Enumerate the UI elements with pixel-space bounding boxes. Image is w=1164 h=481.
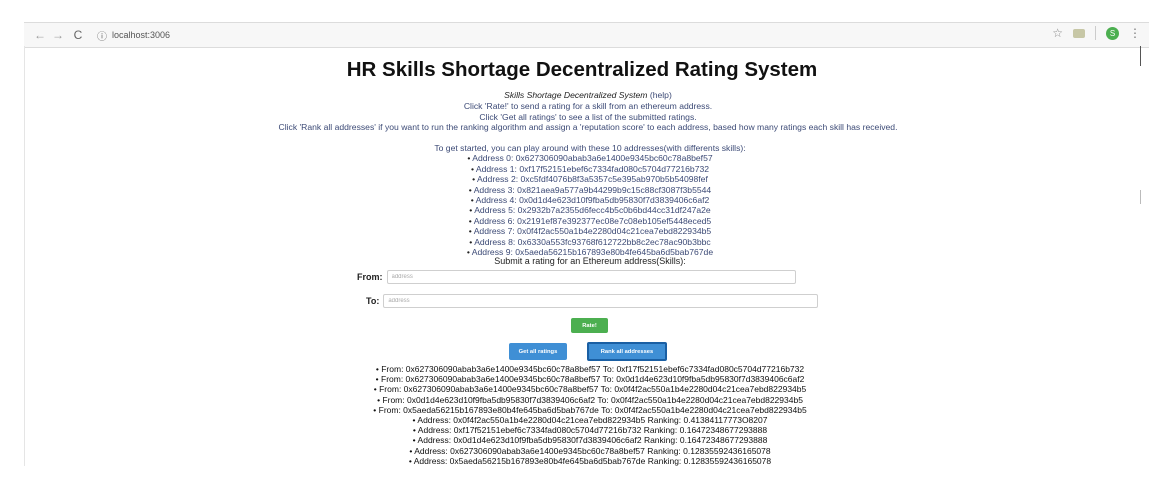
profile-avatar-icon[interactable]: S [1106, 26, 1119, 40]
sample-addresses: To get started, you can play around with… [0, 143, 1164, 257]
back-arrow-icon[interactable]: ← [32, 27, 48, 43]
to-label: To: [366, 296, 380, 306]
to-address-input[interactable] [383, 294, 819, 308]
browser-toolbar: ← → C ⓘ localhost:3006 ☆ S ⋮ [24, 22, 1149, 48]
get-started-text: To get started, you can play around with… [434, 143, 746, 153]
ranking-row: Address: 0x0d1d4e623d10f9fba5db95830f7d3… [0, 435, 1164, 445]
ranking-row: Address: 0x627306090abab3a6e1400e9345bc6… [0, 446, 1164, 456]
page-title: HR Skills Shortage Decentralized Rating … [346, 58, 818, 81]
list-item: Address 6: 0x2191ef87e392377ec08e7c08eb1… [0, 216, 1164, 226]
list-item: Address 0: 0x627306090abab3a6e1400e9345b… [0, 153, 1164, 163]
reload-icon[interactable]: C [70, 27, 86, 43]
list-item: Address 1: 0xf17f52151ebef6c7334fad080c5… [0, 164, 1164, 174]
ranking-row: Address: 0xf17f52151ebef6c7334fad080c570… [0, 425, 1164, 435]
toolbar-divider [1095, 26, 1096, 40]
bookmark-star-icon[interactable]: ☆ [1052, 26, 1063, 40]
instruction-rate: Click 'Rate!' to send a rating for a ski… [463, 100, 713, 111]
list-item: Address 7: 0x0f4f2ac550a1b4e2280d04c21ce… [0, 226, 1164, 236]
rating-row: From: 0x627306090abab3a6e1400e9345bc60c7… [0, 364, 1164, 374]
subtitle: Skills Shortage Decentralized System [504, 90, 648, 100]
rating-row: From: 0x627306090abab3a6e1400e9345bc60c7… [0, 374, 1164, 384]
ranking-row: Address: 0x0f4f2ac550a1b4e2280d04c21cea7… [0, 415, 1164, 425]
intro-section: Skills Shortage Decentralized System (he… [0, 90, 1164, 133]
address-bar-url[interactable]: localhost:3006 [112, 30, 170, 40]
browser-menu-icon[interactable]: ⋮ [1129, 26, 1141, 40]
from-address-input[interactable] [386, 270, 796, 284]
list-item: Address 8: 0x6330a553fc93768f612722bb8c2… [0, 237, 1164, 247]
instruction-get-all: Click 'Get all ratings' to see a list of… [479, 111, 697, 122]
to-row: To: [366, 294, 819, 308]
list-item: Address 4: 0x0d1d4e623d10f9fba5db95830f7… [0, 195, 1164, 205]
from-row: From: [357, 270, 796, 284]
rating-row: From: 0x0d1d4e623d10f9fba5db95830f7d3839… [0, 395, 1164, 405]
forward-arrow-icon[interactable]: → [50, 27, 66, 43]
ranking-row: Address: 0x5aeda56215b167893e80b4fe645ba… [0, 456, 1164, 466]
results-list: From: 0x627306090abab3a6e1400e9345bc60c7… [0, 364, 1164, 466]
instruction-rank-all: Click 'Rank all addresses' if you want t… [278, 122, 898, 133]
rate-button[interactable]: Rate! [571, 318, 608, 333]
extension-icon[interactable] [1073, 28, 1085, 38]
info-icon[interactable]: ⓘ [96, 28, 108, 43]
help-link[interactable]: (help) [650, 90, 672, 100]
rating-row: From: 0x5aeda56215b167893e80b4fe645ba6d5… [0, 405, 1164, 415]
list-item: Address 2: 0xc5fdf4076b8f3a5357c5e395ab9… [0, 174, 1164, 184]
get-all-ratings-button[interactable]: Get all ratings [509, 343, 567, 360]
rank-all-addresses-button[interactable]: Rank all addresses [587, 342, 667, 361]
submit-heading: Submit a rating for an Ethereum address(… [494, 256, 686, 266]
rating-row: From: 0x627306090abab3a6e1400e9345bc60c7… [0, 384, 1164, 394]
list-item: Address 5: 0x2932b7a2355d6fecc4b5c0b6bd4… [0, 205, 1164, 215]
from-label: From: [357, 272, 383, 282]
list-item: Address 3: 0x821aea9a577a9b44299b9c15c88… [0, 185, 1164, 195]
browser-toolbar-right: ☆ S ⋮ [1052, 26, 1141, 40]
